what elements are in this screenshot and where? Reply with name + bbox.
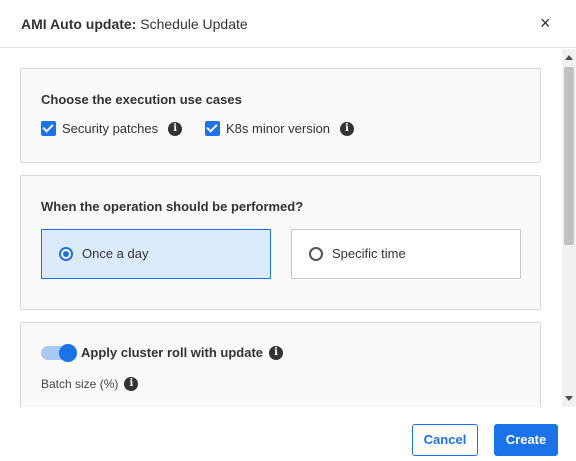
info-icon[interactable]: i [340,121,355,136]
create-button[interactable]: Create [494,424,558,456]
info-icon[interactable]: i [124,377,139,391]
modal-title-prefix: AMI Auto update: [21,16,137,32]
security-patches-option[interactable]: Security patches i [41,121,183,136]
radio-once-a-day[interactable]: Once a day [41,229,271,279]
operation-time-title: When the operation should be performed? [41,199,304,214]
modal-title: AMI Auto update: Schedule Update [21,16,248,32]
k8s-minor-version-option[interactable]: K8s minor version i [205,121,355,136]
batch-size-label-text: Batch size (%) [41,377,119,391]
cancel-button[interactable]: Cancel [412,424,478,456]
radio-button-selected[interactable] [59,247,73,261]
cluster-roll-label-text: Apply cluster roll with update [81,345,264,360]
modal-footer: Cancel Create [0,407,576,461]
modal-body[interactable]: Choose the execution use cases Security … [0,49,576,407]
use-cases-title: Choose the execution use cases [41,92,242,107]
modal-header: AMI Auto update: Schedule Update × [0,0,576,48]
scrollbar-thumb[interactable] [564,67,574,245]
radio-button[interactable] [309,247,323,261]
cluster-roll-label: Apply cluster roll with update i [81,345,284,360]
close-icon[interactable]: × [540,14,551,32]
k8s-minor-version-label: K8s minor version [226,121,331,136]
cluster-roll-card: Apply cluster roll with update i Batch s… [20,322,541,407]
specific-time-label: Specific time [332,246,406,261]
cluster-roll-toggle[interactable] [41,344,77,362]
radio-specific-time[interactable]: Specific time [291,229,521,279]
vertical-scrollbar[interactable] [562,49,576,407]
security-patches-checkbox[interactable] [41,121,56,136]
toggle-knob[interactable] [59,344,77,362]
info-icon[interactable]: i [269,345,284,360]
scroll-up-arrow-icon[interactable] [565,55,573,60]
once-a-day-label: Once a day [82,246,149,261]
k8s-minor-version-checkbox[interactable] [205,121,220,136]
info-icon[interactable]: i [168,121,183,136]
use-cases-card: Choose the execution use cases Security … [20,68,541,163]
batch-size-label: Batch size (%) i [41,377,139,391]
schedule-update-modal: AMI Auto update: Schedule Update × Choos… [0,0,576,461]
security-patches-label: Security patches [62,121,159,136]
operation-time-card: When the operation should be performed? … [20,175,541,310]
modal-title-text: Schedule Update [140,16,248,32]
scroll-down-arrow-icon[interactable] [565,396,573,401]
